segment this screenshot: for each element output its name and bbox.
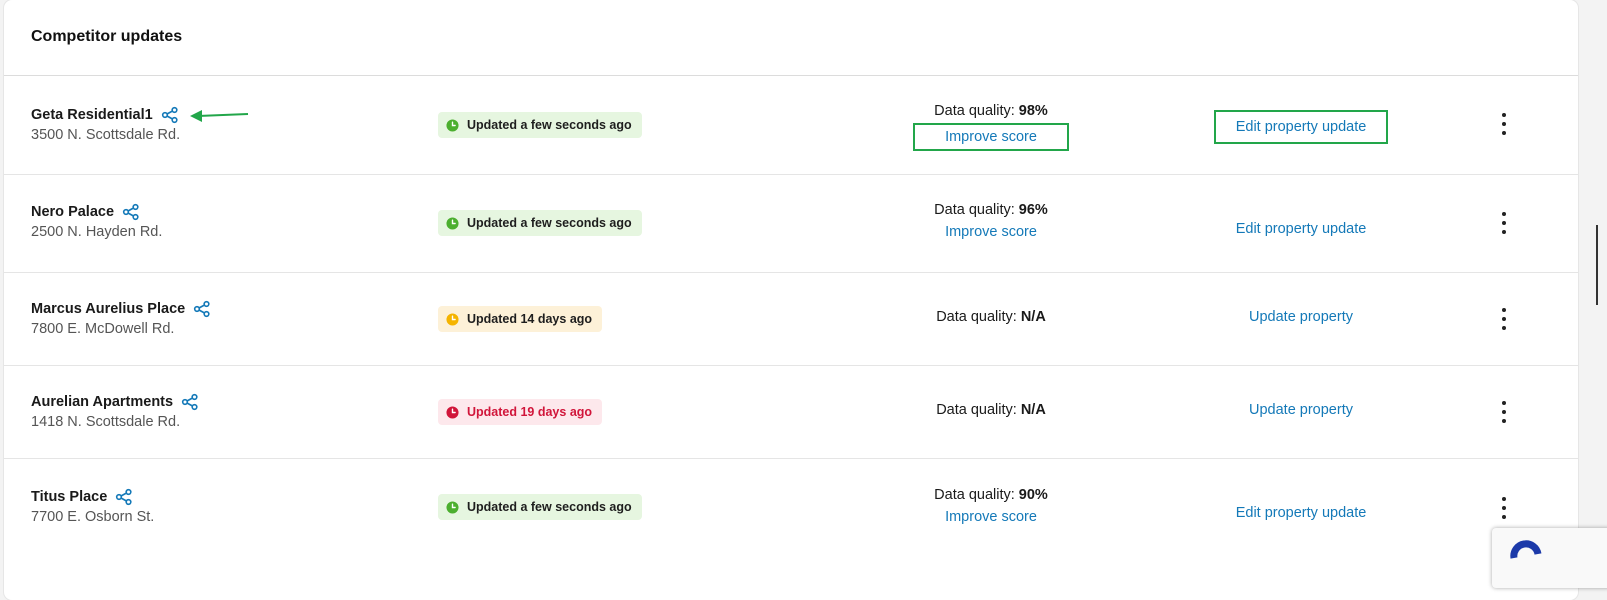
recaptcha-icon (1510, 540, 1542, 559)
property-name[interactable]: Marcus Aurelius Place (31, 301, 185, 317)
improve-score-link[interactable]: Improve score (929, 503, 1053, 531)
competitor-updates-card: Competitor updates Geta Residential1 350… (4, 0, 1578, 600)
data-quality-value: N/A (1020, 309, 1046, 325)
status-badge: Updated a few seconds ago (438, 210, 642, 236)
data-quality: Data quality: N/A (891, 402, 1091, 418)
more-vertical-icon[interactable] (1494, 111, 1514, 137)
update-property-link[interactable]: Update property (1214, 300, 1388, 334)
property-info: Marcus Aurelius Place 7800 E. McDowell R… (31, 300, 211, 337)
property-info: Nero Palace 2500 N. Hayden Rd. (31, 203, 162, 240)
status-text: Updated a few seconds ago (467, 118, 632, 132)
data-quality-label: Data quality: (936, 402, 1017, 418)
share-icon[interactable] (115, 488, 133, 506)
edit-property-update-link[interactable]: Edit property update (1214, 496, 1388, 530)
table-row: Nero Palace 2500 N. Hayden Rd. Updated a… (4, 175, 1578, 273)
data-quality-label: Data quality: (936, 309, 1017, 325)
property-address: 7700 E. Osborn St. (31, 509, 155, 525)
data-quality-value: 98% (1018, 103, 1048, 119)
table-row: Titus Place 7700 E. Osborn St. Updated a… (4, 459, 1578, 559)
data-quality-label: Data quality: (934, 487, 1015, 503)
data-quality: Data quality: 96% Improve score (891, 202, 1091, 246)
property-info: Titus Place 7700 E. Osborn St. (31, 488, 154, 525)
arrow-left-icon (190, 110, 249, 122)
data-quality-label: Data quality: (934, 202, 1015, 218)
more-vertical-icon[interactable] (1494, 399, 1514, 425)
more-vertical-icon[interactable] (1494, 210, 1514, 236)
status-badge: Updated 19 days ago (438, 399, 603, 425)
status-text: Updated 19 days ago (467, 405, 593, 419)
status-badge: Updated a few seconds ago (438, 112, 642, 138)
clock-icon (446, 216, 459, 230)
share-icon[interactable] (161, 106, 179, 124)
data-quality: Data quality: N/A (891, 309, 1091, 325)
scrollbar[interactable] (1596, 225, 1598, 305)
table-row: Marcus Aurelius Place 7800 E. McDowell R… (4, 273, 1578, 366)
improve-score-link[interactable]: Improve score (929, 218, 1053, 246)
data-quality-label: Data quality: (934, 103, 1015, 119)
property-address: 7800 E. McDowell Rd. (31, 321, 175, 337)
share-icon[interactable] (193, 300, 211, 318)
more-vertical-icon[interactable] (1494, 306, 1514, 332)
card-title: Competitor updates (31, 28, 183, 45)
clock-icon (446, 118, 459, 132)
status-text: Updated a few seconds ago (467, 500, 632, 514)
more-vertical-icon[interactable] (1494, 495, 1514, 521)
property-address: 1418 N. Scottsdale Rd. (31, 414, 181, 430)
property-address: 3500 N. Scottsdale Rd. (31, 127, 181, 143)
clock-icon (446, 500, 459, 514)
status-badge: Updated a few seconds ago (438, 494, 642, 520)
card-header: Competitor updates (4, 0, 1578, 76)
edit-property-update-link[interactable]: Edit property update (1214, 212, 1388, 246)
data-quality: Data quality: 90% Improve score (891, 487, 1091, 531)
property-info: Geta Residential1 3500 N. Scottsdale Rd. (31, 106, 180, 143)
improve-score-link[interactable]: Improve score (913, 123, 1069, 151)
property-name[interactable]: Titus Place (31, 489, 107, 505)
share-icon[interactable] (122, 203, 140, 221)
status-text: Updated a few seconds ago (467, 216, 632, 230)
table-row: Geta Residential1 3500 N. Scottsdale Rd.… (4, 76, 1578, 175)
edit-property-update-link[interactable]: Edit property update (1214, 110, 1388, 144)
data-quality-value: N/A (1020, 402, 1046, 418)
property-info: Aurelian Apartments 1418 N. Scottsdale R… (31, 393, 199, 430)
data-quality: Data quality: 98% Improve score (891, 103, 1091, 151)
status-text: Updated 14 days ago (467, 312, 593, 326)
data-quality-value: 96% (1018, 202, 1048, 218)
property-name[interactable]: Geta Residential1 (31, 107, 153, 123)
property-name[interactable]: Nero Palace (31, 204, 114, 220)
share-icon[interactable] (181, 393, 199, 411)
table-row: Aurelian Apartments 1418 N. Scottsdale R… (4, 366, 1578, 459)
property-name[interactable]: Aurelian Apartments (31, 394, 173, 410)
recaptcha-badge[interactable] (1492, 528, 1607, 588)
data-quality-value: 90% (1018, 487, 1048, 503)
clock-icon (446, 405, 459, 419)
status-badge: Updated 14 days ago (438, 306, 603, 332)
update-property-link[interactable]: Update property (1214, 393, 1388, 427)
property-address: 2500 N. Hayden Rd. (31, 224, 163, 240)
clock-icon (446, 312, 459, 326)
